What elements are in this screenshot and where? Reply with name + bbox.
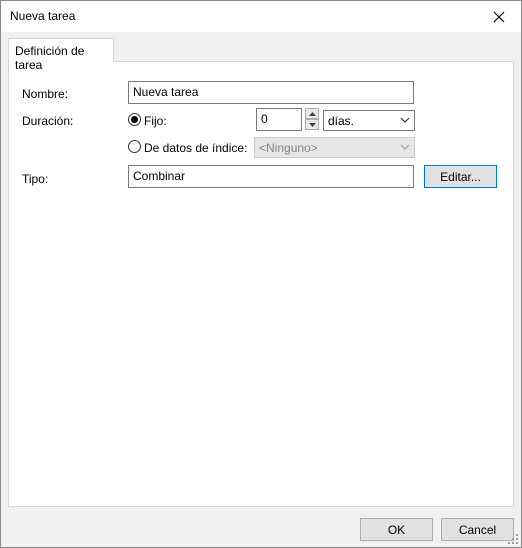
index-data-value: <Ninguno> [259,141,318,155]
duration-label: Duración: [22,114,74,128]
resize-grip-icon[interactable] [507,533,519,545]
name-input[interactable]: Nueva tarea [128,81,414,104]
dialog-window: Nueva tarea Definición de tarea Nombre: … [0,0,522,548]
spin-down-button[interactable] [305,119,319,130]
duration-unit-select[interactable]: días. [323,110,415,131]
close-icon [493,11,505,22]
cancel-button[interactable]: Cancel [441,518,514,541]
index-data-label[interactable]: De datos de índice: [144,141,247,155]
edit-button[interactable]: Editar... [424,165,497,188]
arrow-down-icon [308,122,316,127]
index-data-select[interactable]: <Ninguno> [254,137,415,158]
arrow-up-icon [308,111,316,116]
name-label: Nombre: [22,87,69,101]
duration-spinner[interactable] [305,108,319,130]
window-title: Nueva tarea [10,9,76,23]
fixed-duration-input[interactable]: 0 [256,108,302,131]
title-bar: Nueva tarea [1,1,521,32]
chevron-down-icon [400,144,410,150]
chevron-down-icon [400,117,410,123]
type-input[interactable]: Combinar [128,165,414,188]
fixed-label[interactable]: Fijo: [144,114,167,128]
close-button[interactable] [477,1,521,32]
ok-button[interactable]: OK [360,518,433,541]
spin-up-button[interactable] [305,108,319,119]
type-label: Tipo: [22,172,49,186]
index-data-radio[interactable] [128,140,141,153]
duration-unit-value: días. [328,114,355,128]
tab-definicion-de-tarea[interactable]: Definición de tarea [8,38,114,72]
fixed-radio[interactable] [128,113,141,126]
tab-panel: Nombre: Nueva tarea Duración: Fijo: 0 dí… [8,61,514,507]
